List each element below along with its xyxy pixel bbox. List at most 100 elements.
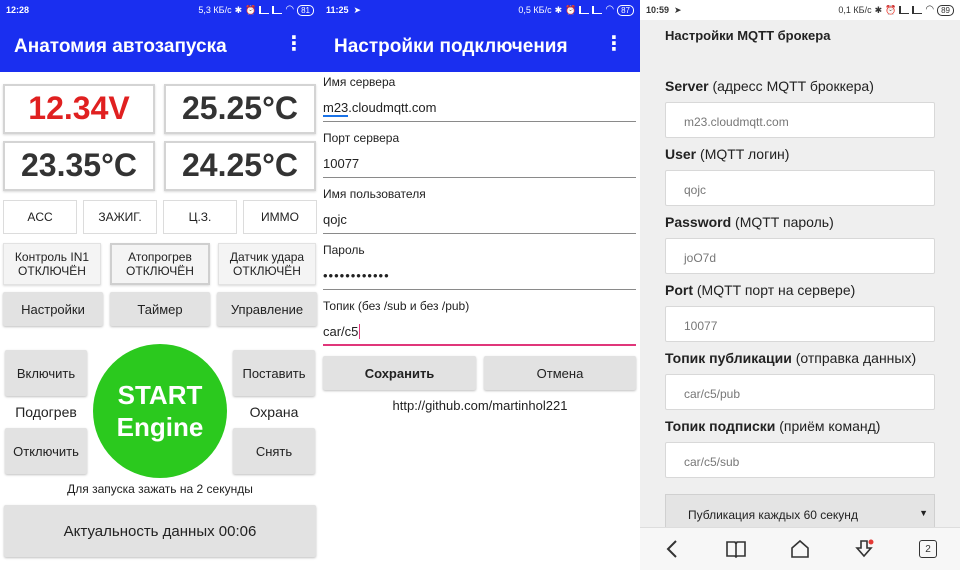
wifi-icon: ◠ <box>285 4 295 15</box>
password-input[interactable]: joO7d <box>665 238 935 274</box>
server-label: Server (адресс MQTT броккера) <box>665 78 874 94</box>
ignition-indicator[interactable]: ЗАЖИГ. <box>83 200 157 234</box>
port-label: Port (MQTT порт на сервере) <box>665 282 855 298</box>
status-time: 12:28 <box>6 5 30 15</box>
timer-button[interactable]: Таймер <box>110 292 210 326</box>
control-button[interactable]: Управление <box>217 292 317 326</box>
user-input[interactable]: qojc <box>665 170 935 206</box>
connection-settings-screen: 11:25 ➤ 0,5 КБ/с ✱ ⏰ ◠ 87 Настройки подк… <box>320 0 640 570</box>
cancel-button[interactable]: Отмена <box>484 356 636 390</box>
battery-icon: 81 <box>297 4 314 16</box>
port-label-bold: Port <box>665 282 693 298</box>
telegram-icon: ➤ <box>674 4 682 15</box>
home-icon[interactable] <box>787 536 813 562</box>
signal-icon <box>592 6 603 14</box>
alarm-icon: ⏰ <box>245 4 257 15</box>
download-icon[interactable] <box>851 536 877 562</box>
subscribe-topic-input[interactable]: car/c5/sub <box>665 442 935 478</box>
heater-label: Подогрев <box>15 404 77 420</box>
save-button[interactable]: Сохранить <box>323 356 476 390</box>
tabs-icon[interactable]: 2 <box>915 536 941 562</box>
book-icon[interactable] <box>723 536 749 562</box>
heater-on-button[interactable]: Включить <box>5 350 87 396</box>
status-bar: 12:28 5,3 КБ/с ✱ ⏰ ◠ 81 <box>0 0 320 20</box>
network-speed: 5,3 КБ/с <box>198 5 232 15</box>
autostart-app-screen: 12:28 5,3 КБ/с ✱ ⏰ ◠ 81 Анатомия автозап… <box>0 0 320 570</box>
user-label-bold: User <box>665 146 697 162</box>
immobilizer-indicator[interactable]: ИММО <box>243 200 317 234</box>
app-bar: Настройки подключения ⋮ <box>320 20 640 72</box>
port-input[interactable]: 10077 <box>665 306 935 342</box>
arm-guard-button[interactable]: Поставить <box>233 350 315 396</box>
telegram-icon: ➤ <box>353 4 362 15</box>
tabs-count: 2 <box>919 540 937 558</box>
toggle-in1-control[interactable]: Контроль IN1 ОТКЛЮЧЁН <box>3 243 101 285</box>
password-label: Password (MQTT пароль) <box>665 214 834 230</box>
acc-indicator[interactable]: ACC <box>3 200 77 234</box>
alarm-icon: ⏰ <box>885 4 897 15</box>
mqtt-broker-settings-page: 10:59 ➤ 0,1 КБ/с ✱ ⏰ ◠ 89 Настройки MQTT… <box>640 0 960 570</box>
wifi-icon: ◠ <box>925 4 935 15</box>
disarm-guard-button[interactable]: Снять <box>233 428 315 474</box>
subscribe-topic-label: Топик подписки (приём команд) <box>665 418 880 434</box>
topic-value: car/c5 <box>323 324 359 339</box>
settings-button[interactable]: Настройки <box>3 292 103 326</box>
github-link[interactable]: http://github.com/martinhol221 <box>320 398 640 413</box>
password-input[interactable]: •••••••••••• <box>323 268 636 290</box>
password-label-bold: Password <box>665 214 732 230</box>
screen-title: Настройки подключения <box>334 36 568 57</box>
start-engine-button[interactable]: START Engine <box>93 344 227 478</box>
network-speed: 0,5 КБ/с <box>518 5 552 15</box>
server-input[interactable]: m23.cloudmqtt.com <box>665 102 935 138</box>
toggle-autowarmup[interactable]: Атопрогрев ОТКЛЮЧЁН <box>110 243 210 285</box>
engine-label: Engine <box>116 412 204 442</box>
server-label-bold: Server <box>665 78 709 94</box>
user-label: User (MQTT логин) <box>665 146 789 162</box>
bluetooth-icon: ✱ <box>874 4 883 15</box>
server-label-rest: (адресс MQTT броккера) <box>708 78 874 94</box>
username-label: Имя пользователя <box>323 187 426 201</box>
temperature-value-3: 24.25°C <box>164 141 316 191</box>
temperature-value-2: 23.35°C <box>3 141 155 191</box>
battery-icon: 87 <box>617 4 634 16</box>
temperature-value-1: 25.25°C <box>164 84 316 134</box>
page-heading: Настройки MQTT брокера <box>665 28 831 43</box>
password-label: Пароль <box>323 243 365 257</box>
signal-icon <box>579 6 590 14</box>
server-input[interactable]: m23.cloudmqtt.com <box>323 100 636 122</box>
subscribe-topic-label-bold: Топик подписки <box>665 418 776 434</box>
data-freshness-button[interactable]: Актуальность данных 00:06 <box>4 505 316 557</box>
voltage-value: 12.34V <box>3 84 155 134</box>
toggle-shock-sensor[interactable]: Датчик удара ОТКЛЮЧЁН <box>218 243 316 285</box>
publish-topic-label-rest: (отправка данных) <box>791 350 917 366</box>
central-lock-indicator[interactable]: Ц.З. <box>163 200 237 234</box>
back-icon[interactable] <box>659 536 685 562</box>
user-label-rest: (MQTT логин) <box>696 146 790 162</box>
bluetooth-icon: ✱ <box>554 4 563 15</box>
username-input[interactable]: qojc <box>323 212 636 234</box>
app-bar: Анатомия автозапуска ⋮ <box>0 20 320 72</box>
wifi-icon: ◠ <box>605 4 615 15</box>
status-time: 11:25 <box>326 5 349 15</box>
port-label-rest: (MQTT порт на сервере) <box>693 282 856 298</box>
signal-icon <box>899 6 910 14</box>
browser-nav-bar: 2 <box>640 527 960 570</box>
guard-label: Охрана <box>249 404 299 420</box>
app-title: Анатомия автозапуска <box>14 36 227 57</box>
text-cursor <box>359 324 365 339</box>
port-input[interactable]: 10077 <box>323 156 636 178</box>
start-label: START <box>117 380 203 410</box>
signal-icon <box>259 6 270 14</box>
overflow-menu-icon[interactable]: ⋮ <box>284 34 304 54</box>
password-label-rest: (MQTT пароль) <box>731 214 834 230</box>
heater-off-button[interactable]: Отключить <box>5 428 87 474</box>
overflow-menu-icon[interactable]: ⋮ <box>604 34 624 54</box>
status-bar: 10:59 ➤ 0,1 КБ/с ✱ ⏰ ◠ 89 <box>640 0 960 20</box>
toggle-state: ОТКЛЮЧЁН <box>126 264 194 278</box>
topic-input[interactable]: car/c5 <box>323 324 636 346</box>
battery-icon: 89 <box>937 4 954 16</box>
publish-topic-input[interactable]: car/c5/pub <box>665 374 935 410</box>
subscribe-topic-label-rest: (приём команд) <box>775 418 881 434</box>
server-value-highlight: m23 <box>323 100 349 117</box>
dropdown-arrow-icon: ▼ <box>919 508 928 518</box>
